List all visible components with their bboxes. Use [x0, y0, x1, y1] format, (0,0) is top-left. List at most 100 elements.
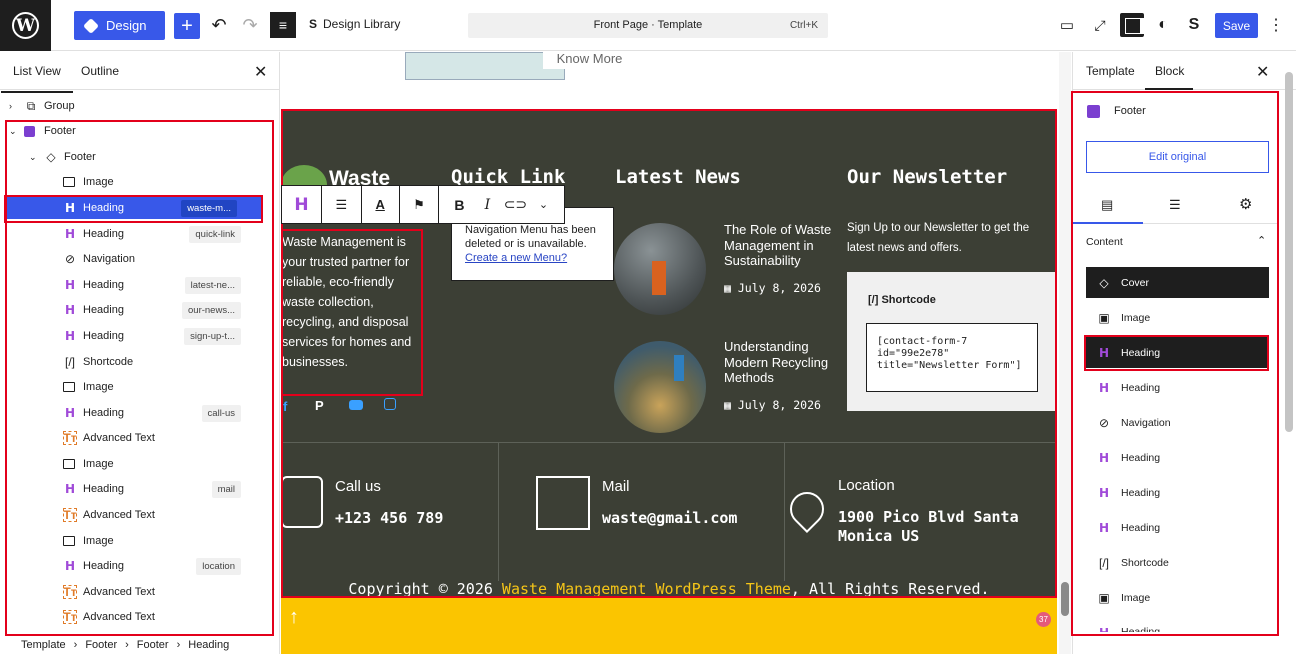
breadcrumb-footer-cover[interactable]: Footer: [137, 639, 169, 651]
content-block-heading[interactable]: H Heading: [1086, 337, 1269, 369]
undo-icon[interactable]: ↶: [207, 13, 231, 37]
tree-row-footer[interactable]: ⌄ ◇ Footer: [0, 146, 272, 168]
tree-row-advanced-text[interactable]: Tт Advanced Text: [0, 427, 272, 449]
list-tab-icon[interactable]: ☰: [1169, 197, 1181, 213]
settings-tab-icon[interactable]: ▤: [1101, 197, 1113, 213]
canvas-scrollbar[interactable]: [1059, 52, 1071, 654]
pinterest-icon[interactable]: P: [315, 398, 324, 413]
design-library-button[interactable]: S Design Library: [309, 17, 400, 31]
youtube-icon[interactable]: [349, 400, 363, 410]
content-block-heading[interactable]: H Heading: [1086, 372, 1269, 403]
content-block-cover[interactable]: ◇ Cover: [1086, 267, 1269, 298]
chevron-down-icon[interactable]: ⌄: [29, 152, 37, 163]
italic-icon[interactable]: I: [473, 197, 501, 213]
tree-row-group[interactable]: › ⧉ Group: [0, 95, 272, 117]
link-icon[interactable]: ⊂⊃: [501, 196, 529, 213]
know-more-button[interactable]: Know More: [543, 52, 636, 69]
content-block-shortcode[interactable]: [/] Shortcode: [1086, 548, 1269, 579]
tree-row-heading[interactable]: H Heading quick-link: [0, 223, 272, 245]
facebook-icon[interactable]: f: [283, 399, 287, 414]
about-text[interactable]: Waste Management is your trusted partner…: [282, 232, 418, 372]
mail-value[interactable]: waste@gmail.com: [602, 509, 737, 528]
newsletter-text[interactable]: Sign Up to our Newsletter to get the lat…: [847, 218, 1042, 258]
save-button[interactable]: Save: [1215, 13, 1258, 38]
options-icon[interactable]: ⋮: [1264, 13, 1288, 37]
block-inserter-button[interactable]: +: [174, 13, 200, 39]
settings-sidebar-toggle[interactable]: [1120, 13, 1145, 37]
tree-row-advanced-text[interactable]: Tт Advanced Text: [0, 606, 272, 628]
content-block-navigation[interactable]: ⊘ Navigation: [1086, 407, 1269, 438]
align-button[interactable]: ☰: [322, 186, 362, 223]
tree-row-image[interactable]: Image: [0, 453, 272, 475]
tree-row-image[interactable]: Image: [0, 530, 272, 552]
scrollbar-thumb[interactable]: [1061, 582, 1069, 616]
desktop-preview-icon[interactable]: ▭: [1055, 13, 1079, 37]
close-icon[interactable]: ✕: [1256, 62, 1269, 82]
content-block-image[interactable]: ▣ Image: [1086, 302, 1269, 333]
arrow-up-icon[interactable]: ↑: [289, 606, 299, 629]
location-value[interactable]: 1900 Pico Blvd Santa Monica US: [838, 508, 1053, 546]
latest-news-heading[interactable]: Latest News: [615, 166, 741, 188]
spectra-icon[interactable]: S: [1182, 13, 1206, 37]
design-button[interactable]: Design: [74, 11, 165, 40]
breadcrumb-template[interactable]: Template: [21, 639, 66, 651]
news-image-2[interactable]: [614, 341, 706, 433]
redo-icon[interactable]: ↷: [238, 13, 262, 37]
text-color-button[interactable]: A: [362, 186, 400, 223]
tab-outline[interactable]: Outline: [81, 64, 119, 78]
tab-template[interactable]: Template: [1086, 64, 1135, 78]
tree-row-heading[interactable]: H Heading our-news...: [0, 299, 272, 321]
gear-icon[interactable]: ⚙: [1239, 195, 1252, 213]
tree-row-heading[interactable]: H Heading call-us: [0, 402, 272, 424]
chevron-right-icon[interactable]: ›: [9, 101, 12, 111]
tree-row-advanced-text[interactable]: Tт Advanced Text: [0, 504, 272, 526]
command-palette-bar[interactable]: Front Page · Template Ctrl+K: [468, 13, 828, 38]
notification-badge[interactable]: 37: [1036, 612, 1051, 627]
create-menu-link[interactable]: Create a new Menu?: [465, 251, 603, 265]
bold-icon[interactable]: B: [445, 197, 473, 213]
edit-original-button[interactable]: Edit original: [1086, 141, 1269, 173]
fullscreen-icon[interactable]: ⤢: [1088, 13, 1112, 37]
tab-block[interactable]: Block: [1155, 64, 1184, 78]
wordpress-logo-button[interactable]: W: [0, 0, 51, 51]
editor-canvas[interactable]: Know More Waste Quick Link Latest News O…: [281, 52, 1057, 654]
content-block-image[interactable]: ▣ Image: [1086, 583, 1269, 614]
tree-row-heading[interactable]: H Heading waste-m...: [6, 197, 262, 219]
copyright-text[interactable]: Copyright © 2026 Waste Management WordPr…: [281, 580, 1057, 598]
styles-icon[interactable]: ◐: [1151, 13, 1175, 37]
call-us-value[interactable]: +123 456 789: [335, 509, 443, 528]
close-icon[interactable]: ✕: [254, 62, 267, 82]
chevron-down-icon[interactable]: ⌄: [9, 126, 17, 137]
tree-row-navigation[interactable]: ⊘ Navigation: [0, 248, 272, 270]
content-block-heading[interactable]: H Heading: [1086, 513, 1269, 544]
copyright-link[interactable]: Waste Management WordPress Theme: [502, 580, 791, 598]
chevron-down-icon[interactable]: ⌄: [529, 198, 557, 211]
content-block-heading[interactable]: H Heading: [1086, 618, 1269, 632]
tree-row-heading[interactable]: H Heading mail: [0, 478, 272, 500]
breadcrumb-heading[interactable]: Heading: [188, 639, 229, 651]
tab-list-view[interactable]: List View: [1, 64, 73, 93]
tree-row-advanced-text[interactable]: Tт Advanced Text: [0, 581, 272, 603]
tree-row-heading[interactable]: H Heading location: [0, 555, 272, 577]
content-block-heading[interactable]: H Heading: [1086, 478, 1269, 509]
tree-row-image[interactable]: Image: [0, 376, 272, 398]
chevron-up-icon[interactable]: ⌃: [1257, 234, 1266, 247]
mail-heading[interactable]: Mail: [602, 478, 630, 495]
call-us-heading[interactable]: Call us: [335, 478, 381, 495]
heading-block-switcher[interactable]: H: [282, 186, 322, 223]
news-title-1[interactable]: The Role of Waste Management in Sustaina…: [724, 222, 836, 269]
our-newsletter-heading[interactable]: Our Newsletter: [847, 166, 1007, 188]
flag-button[interactable]: ⚑: [400, 186, 440, 223]
content-block-heading[interactable]: H Heading: [1086, 443, 1269, 474]
tree-row-heading[interactable]: H Heading sign-up-t...: [0, 325, 272, 347]
tree-row-image[interactable]: Image: [0, 171, 272, 193]
instagram-icon[interactable]: [384, 398, 396, 410]
tree-row-heading[interactable]: H Heading latest-ne...: [0, 274, 272, 296]
shortcode-input[interactable]: [contact-form-7 id="99e2e78" title="News…: [866, 323, 1038, 392]
news-image-1[interactable]: [614, 223, 706, 315]
tree-row-footer[interactable]: ⌄ Footer: [0, 120, 272, 142]
panel-scrollbar-thumb[interactable]: [1285, 72, 1293, 432]
document-overview-button[interactable]: ≡: [270, 12, 296, 38]
breadcrumb-footer[interactable]: Footer: [85, 639, 117, 651]
news-title-2[interactable]: Understanding Modern Recycling Methods: [724, 339, 836, 386]
